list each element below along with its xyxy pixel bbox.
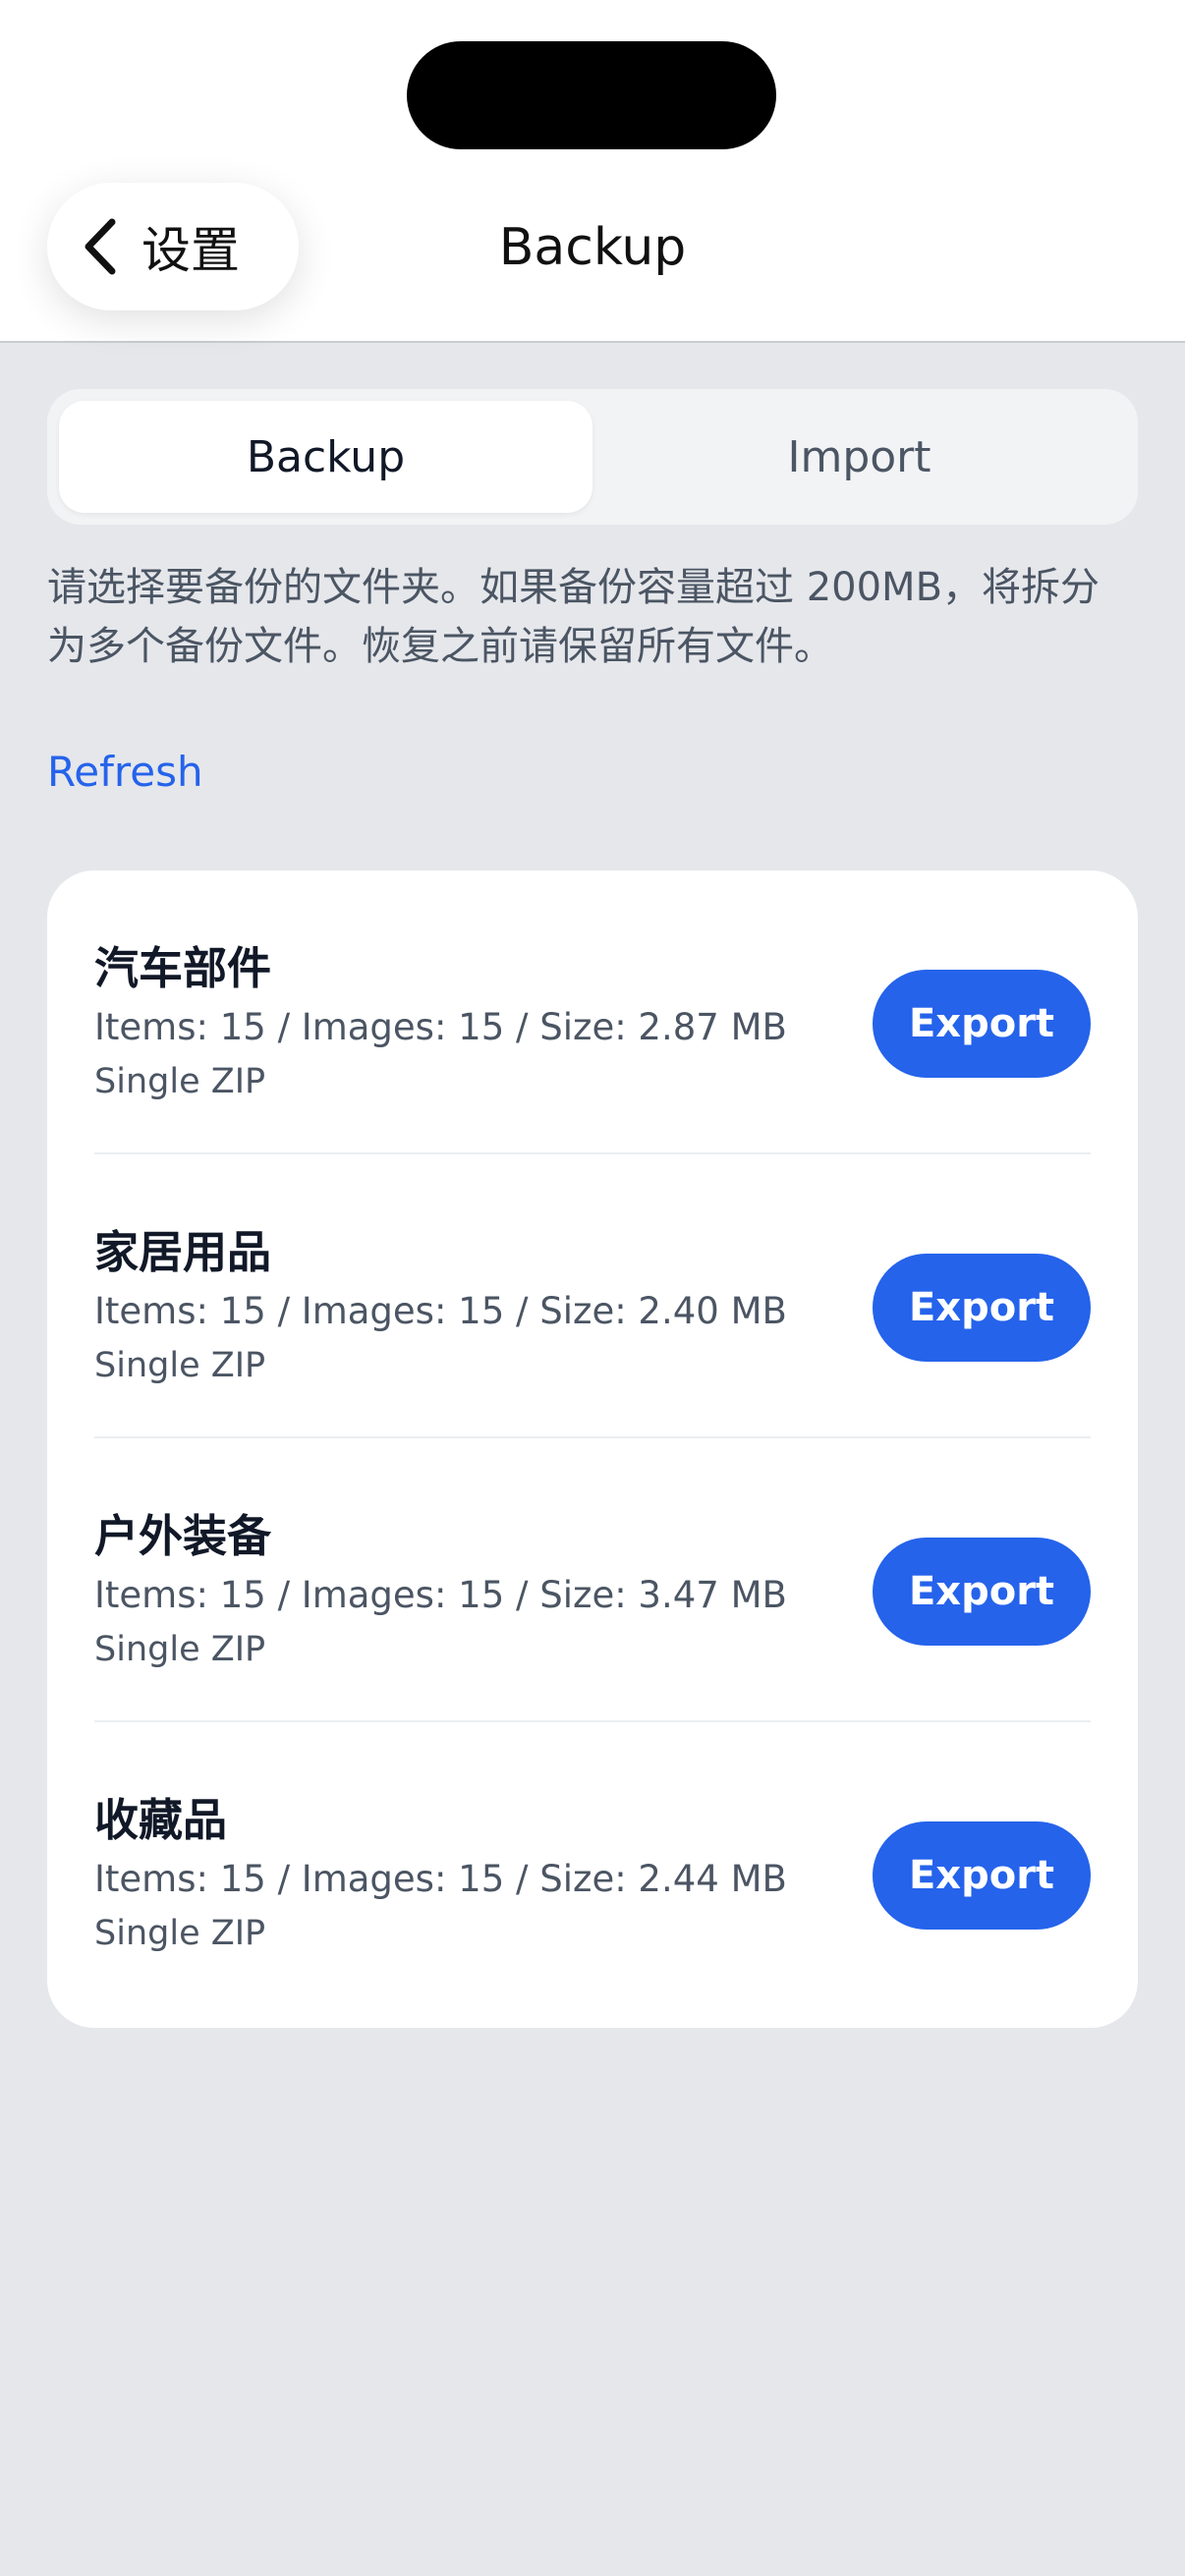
folder-row: 收藏品 Items: 15 / Images: 15 / Size: 2.44 … xyxy=(94,1722,1091,2006)
export-button[interactable]: Export xyxy=(873,1538,1091,1646)
folder-name: 收藏品 xyxy=(94,1794,228,1846)
tab-import[interactable]: Import xyxy=(592,401,1126,513)
nav-header: 设置 Backup xyxy=(0,0,1185,343)
folder-name: 汽车部件 xyxy=(94,942,272,994)
dynamic-island xyxy=(407,41,776,149)
folder-stats: Items: 15 / Images: 15 / Size: 3.47 MB xyxy=(94,1574,787,1616)
folder-mode: Single ZIP xyxy=(94,1346,266,1385)
segmented-control: Backup Import xyxy=(47,389,1138,525)
refresh-link[interactable]: Refresh xyxy=(47,743,203,802)
folder-stats: Items: 15 / Images: 15 / Size: 2.44 MB xyxy=(94,1858,787,1900)
folder-mode: Single ZIP xyxy=(94,1914,266,1953)
folder-row: 户外装备 Items: 15 / Images: 15 / Size: 3.47… xyxy=(94,1438,1091,1722)
export-button[interactable]: Export xyxy=(873,1254,1091,1362)
folder-name: 户外装备 xyxy=(94,1510,272,1562)
tab-backup[interactable]: Backup xyxy=(59,401,592,513)
backup-description: 请选择要备份的文件夹。如果备份容量超过 200MB，将拆分为多个备份文件。恢复之… xyxy=(47,565,1100,669)
folder-mode: Single ZIP xyxy=(94,1630,266,1669)
export-button[interactable]: Export xyxy=(873,970,1091,1078)
folder-row: 汽车部件 Items: 15 / Images: 15 / Size: 2.87… xyxy=(94,870,1091,1154)
folder-list: 汽车部件 Items: 15 / Images: 15 / Size: 2.87… xyxy=(47,870,1138,2028)
folder-stats: Items: 15 / Images: 15 / Size: 2.87 MB xyxy=(94,1006,787,1048)
folder-name: 家居用品 xyxy=(94,1226,272,1278)
folder-row: 家居用品 Items: 15 / Images: 15 / Size: 2.40… xyxy=(94,1154,1091,1438)
folder-stats: Items: 15 / Images: 15 / Size: 2.40 MB xyxy=(94,1290,787,1332)
page-title: Backup xyxy=(498,218,687,277)
folder-mode: Single ZIP xyxy=(94,1062,266,1101)
export-button[interactable]: Export xyxy=(873,1821,1091,1930)
